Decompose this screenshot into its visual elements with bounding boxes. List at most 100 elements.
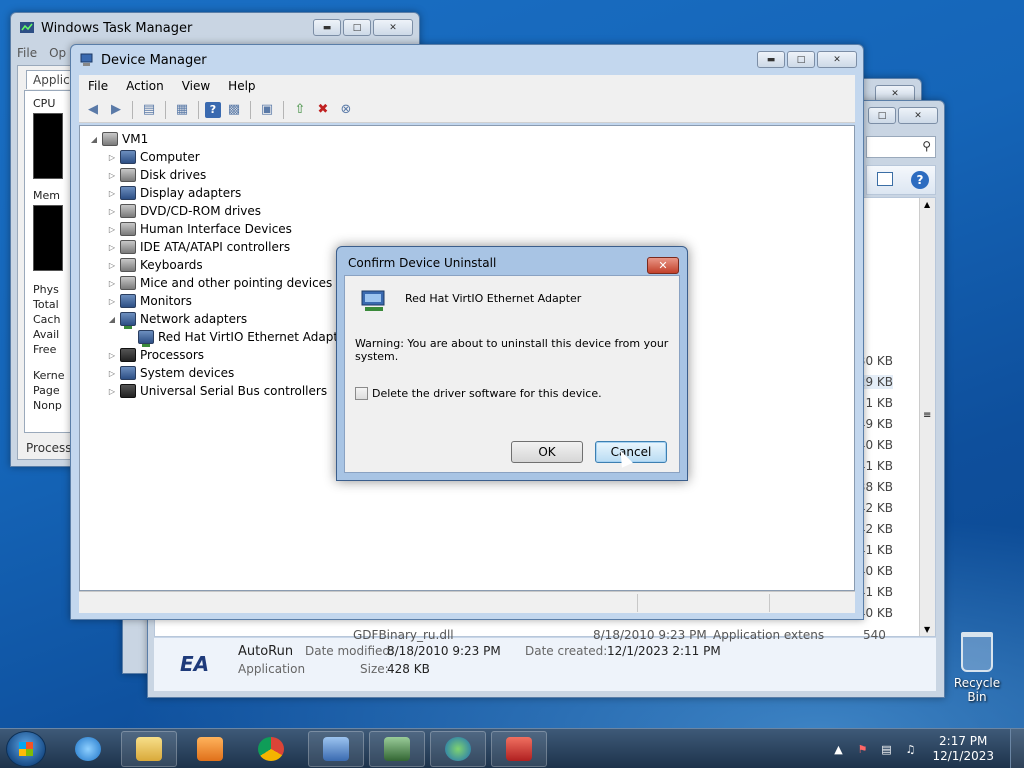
menu-file[interactable]: File [17,46,37,60]
expand-icon[interactable]: ▷ [106,189,118,198]
tree-item-usb-controllers[interactable]: ▷ Universal Serial Bus controllers [106,382,327,400]
close-button[interactable]: ✕ [647,257,679,274]
partial-file-row[interactable]: GDFBinary_ru.dll 8/18/2010 9:23 PM Appli… [336,628,896,642]
tree-item-label: Monitors [140,294,192,308]
expand-icon[interactable]: ▷ [106,387,118,396]
display-adapter-icon [120,186,136,200]
clock-date: 12/1/2023 [932,749,994,763]
physical-label: Phys [33,283,59,296]
tree-item-label: Processors [140,348,205,362]
volume-icon[interactable]: ♫ [902,741,918,757]
forward-icon[interactable]: ▶ [106,100,126,120]
close-button[interactable]: ✕ [898,107,938,124]
expand-icon[interactable]: ▷ [106,261,118,270]
collapse-icon[interactable]: ◢ [106,315,118,324]
network-icon[interactable]: ▤ [878,741,894,757]
checkbox-box[interactable] [355,387,368,400]
menu-options[interactable]: Op [49,46,66,60]
maximize-button[interactable]: □ [787,51,815,68]
scan-hardware-icon[interactable]: ▣ [257,100,277,120]
menu-help[interactable]: Help [219,79,264,93]
menu-file[interactable]: File [79,79,117,93]
task-manager-icon [384,737,410,761]
help-icon[interactable]: ? [911,171,929,189]
action-pane-icon[interactable]: ▩ [224,100,244,120]
search-input[interactable]: ⚲ [866,136,936,158]
computer-icon [120,150,136,164]
taskbar-internet-explorer[interactable] [60,731,116,767]
show-hidden-icons-icon[interactable]: ▲ [830,741,846,757]
console-tree-icon[interactable]: ▤ [139,100,159,120]
dialog-titlebar[interactable]: Confirm Device Uninstall [337,247,687,275]
action-center-icon[interactable]: ⚑ [854,741,870,757]
menu-action[interactable]: Action [117,79,173,93]
expand-icon[interactable]: ▷ [106,351,118,360]
vertical-scrollbar[interactable]: ▲ ≡ ▼ [919,198,935,636]
uninstall-icon[interactable]: ✖ [313,100,333,120]
back-icon[interactable]: ◀ [83,100,103,120]
close-button[interactable]: ✕ [817,51,857,68]
device-manager-icon [80,53,93,66]
tree-item-ide-controllers[interactable]: ▷ IDE ATA/ATAPI controllers [106,238,290,256]
update-driver-icon[interactable]: ⇧ [290,100,310,120]
expand-icon[interactable]: ▷ [106,243,118,252]
expand-icon[interactable]: ▷ [106,225,118,234]
start-button[interactable] [6,731,46,767]
tree-item-display-adapters[interactable]: ▷ Display adapters [106,184,241,202]
minimize-button[interactable]: ▬ [313,19,341,36]
tree-item-mice[interactable]: ▷ Mice and other pointing devices [106,274,332,292]
tree-item-computer[interactable]: ▷ Computer [106,148,200,166]
properties-icon[interactable]: ▦ [172,100,192,120]
tree-item-label: DVD/CD-ROM drives [140,204,262,218]
tree-item-network-adapters[interactable]: ◢ Network adapters [106,310,247,329]
collapse-icon[interactable]: ◢ [88,135,100,144]
expand-icon[interactable]: ▷ [106,171,118,180]
minimize-button[interactable]: ▬ [757,51,785,68]
dialog-title: Confirm Device Uninstall [348,255,497,270]
network-adapter-icon [138,330,154,347]
delete-driver-checkbox[interactable]: Delete the driver software for this devi… [355,387,602,400]
help-icon[interactable]: ? [205,101,221,118]
tree-item-hid[interactable]: ▷ Human Interface Devices [106,220,292,238]
expand-icon[interactable]: ▷ [106,369,118,378]
keyboard-icon [120,258,136,272]
expand-icon[interactable]: ▷ [106,297,118,306]
expand-icon[interactable]: ▷ [106,207,118,216]
menu-view[interactable]: View [173,79,219,93]
recycle-bin[interactable]: Recycle Bin [944,632,1010,704]
expand-icon[interactable]: ▷ [106,153,118,162]
taskbar-chrome[interactable] [243,731,299,767]
tree-item-virtio-adapter[interactable]: Red Hat VirtIO Ethernet Adapter [136,328,350,347]
maximize-button[interactable]: □ [868,107,896,124]
taskbar-file-explorer[interactable] [121,731,177,767]
tree-item-system-devices[interactable]: ▷ System devices [106,364,234,382]
view-toolbar: ? [866,165,936,195]
close-button[interactable]: ✕ [373,19,413,36]
scroll-up-icon[interactable]: ▲ [924,200,930,209]
scroll-grip-icon[interactable]: ≡ [923,410,931,421]
ok-button[interactable]: OK [511,441,583,463]
taskbar-device-manager[interactable] [308,731,364,767]
tree-item-processors[interactable]: ▷ Processors [106,346,204,364]
confirm-uninstall-dialog[interactable]: Confirm Device Uninstall ✕ Red Hat VirtI… [336,246,688,481]
tree-item-disk-drives[interactable]: ▷ Disk drives [106,166,206,184]
device-manager-titlebar[interactable]: Device Manager [71,45,863,75]
toolbar-separator [198,100,199,119]
expand-icon[interactable]: ▷ [106,279,118,288]
cpu-label: CPU [33,97,56,110]
taskbar-download-manager[interactable] [430,731,486,767]
tree-item-monitors[interactable]: ▷ Monitors [106,292,192,310]
show-desktop-button[interactable] [1010,729,1024,768]
taskbar-toolbox[interactable] [491,731,547,767]
taskbar-task-manager[interactable] [369,731,425,767]
toolbar-separator [132,100,133,119]
tree-item-dvd-drives[interactable]: ▷ DVD/CD-ROM drives [106,202,261,220]
tree-item-keyboards[interactable]: ▷ Keyboards [106,256,203,274]
preview-pane-icon[interactable] [877,172,893,186]
taskbar-media-player[interactable] [182,731,238,767]
disable-icon[interactable]: ⊗ [336,100,356,120]
maximize-button[interactable]: □ [343,19,371,36]
scroll-down-icon[interactable]: ▼ [924,625,930,634]
clock[interactable]: 2:17 PM 12/1/2023 [932,734,994,764]
tree-root[interactable]: ◢ VM1 [88,130,148,148]
